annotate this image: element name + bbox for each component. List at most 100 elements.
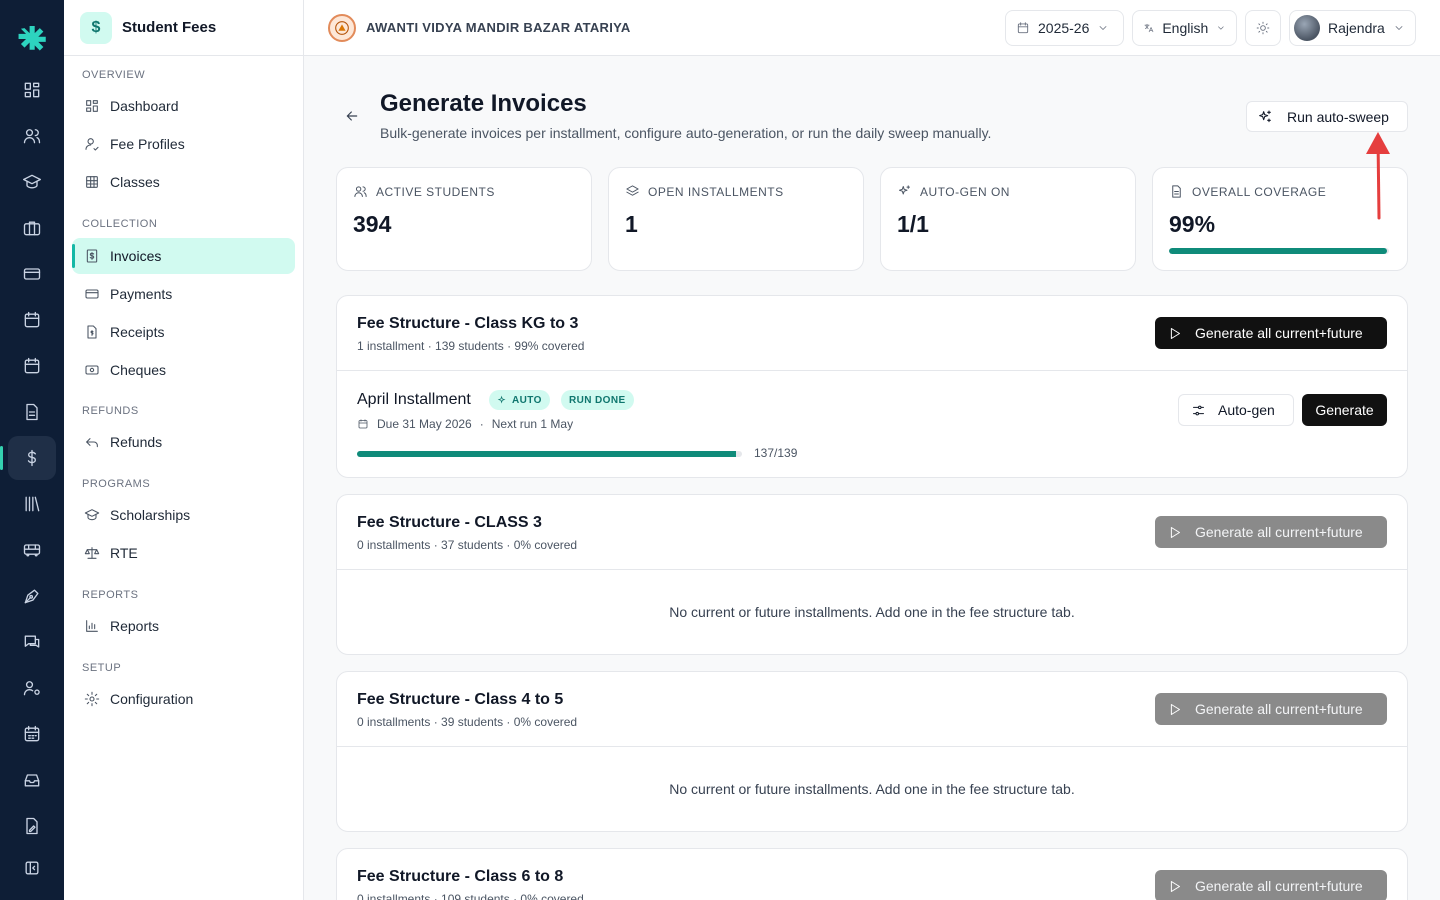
- inbox-icon[interactable]: [8, 758, 56, 802]
- layers-icon: [626, 185, 639, 196]
- graduation-cap-icon: [84, 509, 100, 521]
- auto-gen-button[interactable]: Auto-gen: [1178, 394, 1294, 426]
- fee-structure-meta: 0 installments · 109 students · 0% cover…: [357, 892, 584, 900]
- user-menu[interactable]: Rajendra: [1289, 10, 1416, 46]
- sidebar-item-scholarships[interactable]: Scholarships: [72, 497, 295, 533]
- sidebar-item-label: Dashboard: [110, 98, 179, 114]
- chevron-down-icon: [1099, 26, 1107, 30]
- pen-tool-icon[interactable]: [8, 574, 56, 618]
- back-button[interactable]: [340, 104, 364, 128]
- credit-card-icon: [85, 289, 99, 299]
- installment-name: April Installment: [357, 391, 471, 408]
- translate-icon: [1144, 23, 1154, 33]
- sparkles-icon: [1259, 109, 1271, 122]
- fee-structure-meta: 0 installments · 39 students · 0% covere…: [357, 715, 578, 729]
- sidebar-item-label: Invoices: [110, 248, 162, 264]
- generate-all-label: Generate all current+future: [1195, 325, 1363, 341]
- stat-label: OPEN INSTALLMENTS: [648, 184, 784, 199]
- users-icon[interactable]: [8, 114, 56, 158]
- sidebar-item-payments[interactable]: Payments: [72, 276, 295, 312]
- dollar-badge-icon: $: [80, 11, 112, 44]
- collapse-panel-icon[interactable]: [8, 846, 56, 890]
- bar-chart-icon: [86, 620, 98, 632]
- language-select[interactable]: English: [1132, 10, 1237, 46]
- sidebar-item-receipts[interactable]: Receipts: [72, 314, 295, 350]
- stat-value: 1/1: [897, 211, 929, 237]
- sidebar-item-rte[interactable]: RTE: [72, 535, 295, 571]
- library-icon[interactable]: [8, 482, 56, 526]
- calendar-grid-icon[interactable]: [8, 712, 56, 756]
- installment-progress-count: 137/139: [754, 446, 798, 460]
- user-icon: [85, 138, 99, 151]
- generate-all-button[interactable]: Generate all current+future: [1155, 870, 1387, 900]
- sidebar-item-dashboard[interactable]: Dashboard: [72, 88, 295, 124]
- document-icon[interactable]: [8, 390, 56, 434]
- sidebar-item-label: Cheques: [110, 362, 167, 378]
- sidebar-item-classes[interactable]: Classes: [72, 164, 295, 200]
- generate-button[interactable]: Generate: [1302, 394, 1387, 426]
- sidebar-item-label: Classes: [110, 174, 160, 190]
- theme-toggle-button[interactable]: [1245, 10, 1281, 46]
- generate-all-button[interactable]: Generate all current+future: [1155, 317, 1387, 349]
- generate-all-label: Generate all current+future: [1195, 524, 1363, 540]
- file-text-icon: [1172, 185, 1181, 198]
- calendar-check-icon[interactable]: [8, 344, 56, 388]
- users-icon: [354, 186, 367, 197]
- app-logo-icon[interactable]: [16, 20, 48, 52]
- sidebar-item-cheques[interactable]: Cheques: [72, 352, 295, 388]
- module-header: $ Student Fees: [64, 0, 303, 56]
- auto-badge: AUTO: [489, 390, 550, 410]
- graduation-cap-icon[interactable]: [8, 160, 56, 204]
- school-logo-icon: [328, 13, 356, 42]
- sparkles-icon: [899, 185, 910, 195]
- generate-all-button[interactable]: Generate all current+future: [1155, 516, 1387, 548]
- sidebar-item-refunds[interactable]: Refunds: [72, 424, 295, 460]
- play-icon: [1170, 327, 1180, 339]
- due-date: Due 31 May 2026: [377, 417, 472, 431]
- dollar-icon[interactable]: [0, 436, 56, 480]
- sidebar-item-fee-profiles[interactable]: Fee Profiles: [72, 126, 295, 162]
- bus-icon[interactable]: [8, 528, 56, 572]
- stat-value: 1: [625, 211, 638, 237]
- section-programs: PROGRAMS: [82, 478, 151, 490]
- dashboard-icon[interactable]: [8, 68, 56, 112]
- calendar-icon[interactable]: [8, 298, 56, 342]
- empty-installments-message: No current or future installments. Add o…: [669, 781, 1075, 797]
- user-cog-icon[interactable]: [8, 666, 56, 710]
- fee-structure-meta: 1 installment · 139 students · 99% cover…: [357, 339, 585, 353]
- stat-label: AUTO-GEN ON: [920, 184, 1010, 199]
- icon-rail: [0, 0, 64, 900]
- fee-structure-title: Fee Structure - Class KG to 3: [357, 315, 579, 332]
- meta-separator: ·: [479, 417, 484, 431]
- sidebar-item-label: Payments: [110, 286, 173, 302]
- sidebar-item-invoices[interactable]: Invoices: [72, 238, 295, 274]
- next-run: Next run 1 May: [491, 417, 574, 431]
- file-edit-icon[interactable]: [8, 804, 56, 848]
- calendar-icon: [1017, 22, 1029, 34]
- chevron-down-icon: [1218, 26, 1224, 30]
- grid-icon: [86, 176, 98, 188]
- generate-all-button[interactable]: Generate all current+future: [1155, 693, 1387, 725]
- coverage-progress-bar: [1169, 248, 1389, 254]
- empty-installments-message: No current or future installments. Add o…: [669, 604, 1075, 620]
- sidebar-item-reports[interactable]: Reports: [72, 608, 295, 644]
- sidebar-item-configuration[interactable]: Configuration: [72, 681, 295, 717]
- main-content: Generate Invoices Bulk-generate invoices…: [304, 56, 1440, 900]
- credit-card-icon[interactable]: [8, 252, 56, 296]
- top-bar: AWANTI VIDYA MANDIR BAZAR ATARIYA 2025-2…: [304, 0, 1440, 56]
- sidebar-item-label: Scholarships: [110, 507, 191, 523]
- fee-structure-title: Fee Structure - Class 4 to 5: [357, 691, 564, 708]
- stat-value: 394: [353, 211, 392, 237]
- installment-progress-bar: [357, 451, 742, 457]
- academic-year-select[interactable]: 2025-26: [1005, 10, 1124, 46]
- play-icon: [1170, 526, 1180, 538]
- run-done-badge: RUN DONE: [561, 390, 634, 410]
- sliders-icon: [1193, 405, 1204, 415]
- fee-structure-title: Fee Structure - CLASS 3: [357, 514, 542, 531]
- briefcase-icon[interactable]: [8, 206, 56, 250]
- user-name: Rajendra: [1328, 20, 1385, 36]
- installment-due: Due 31 May 2026 · Next run 1 May: [357, 417, 573, 431]
- school-name: AWANTI VIDYA MANDIR BAZAR ATARIYA: [366, 20, 631, 35]
- chat-icon[interactable]: [8, 620, 56, 664]
- fee-structure-card: Fee Structure - CLASS 3 0 installments ·…: [336, 494, 1408, 655]
